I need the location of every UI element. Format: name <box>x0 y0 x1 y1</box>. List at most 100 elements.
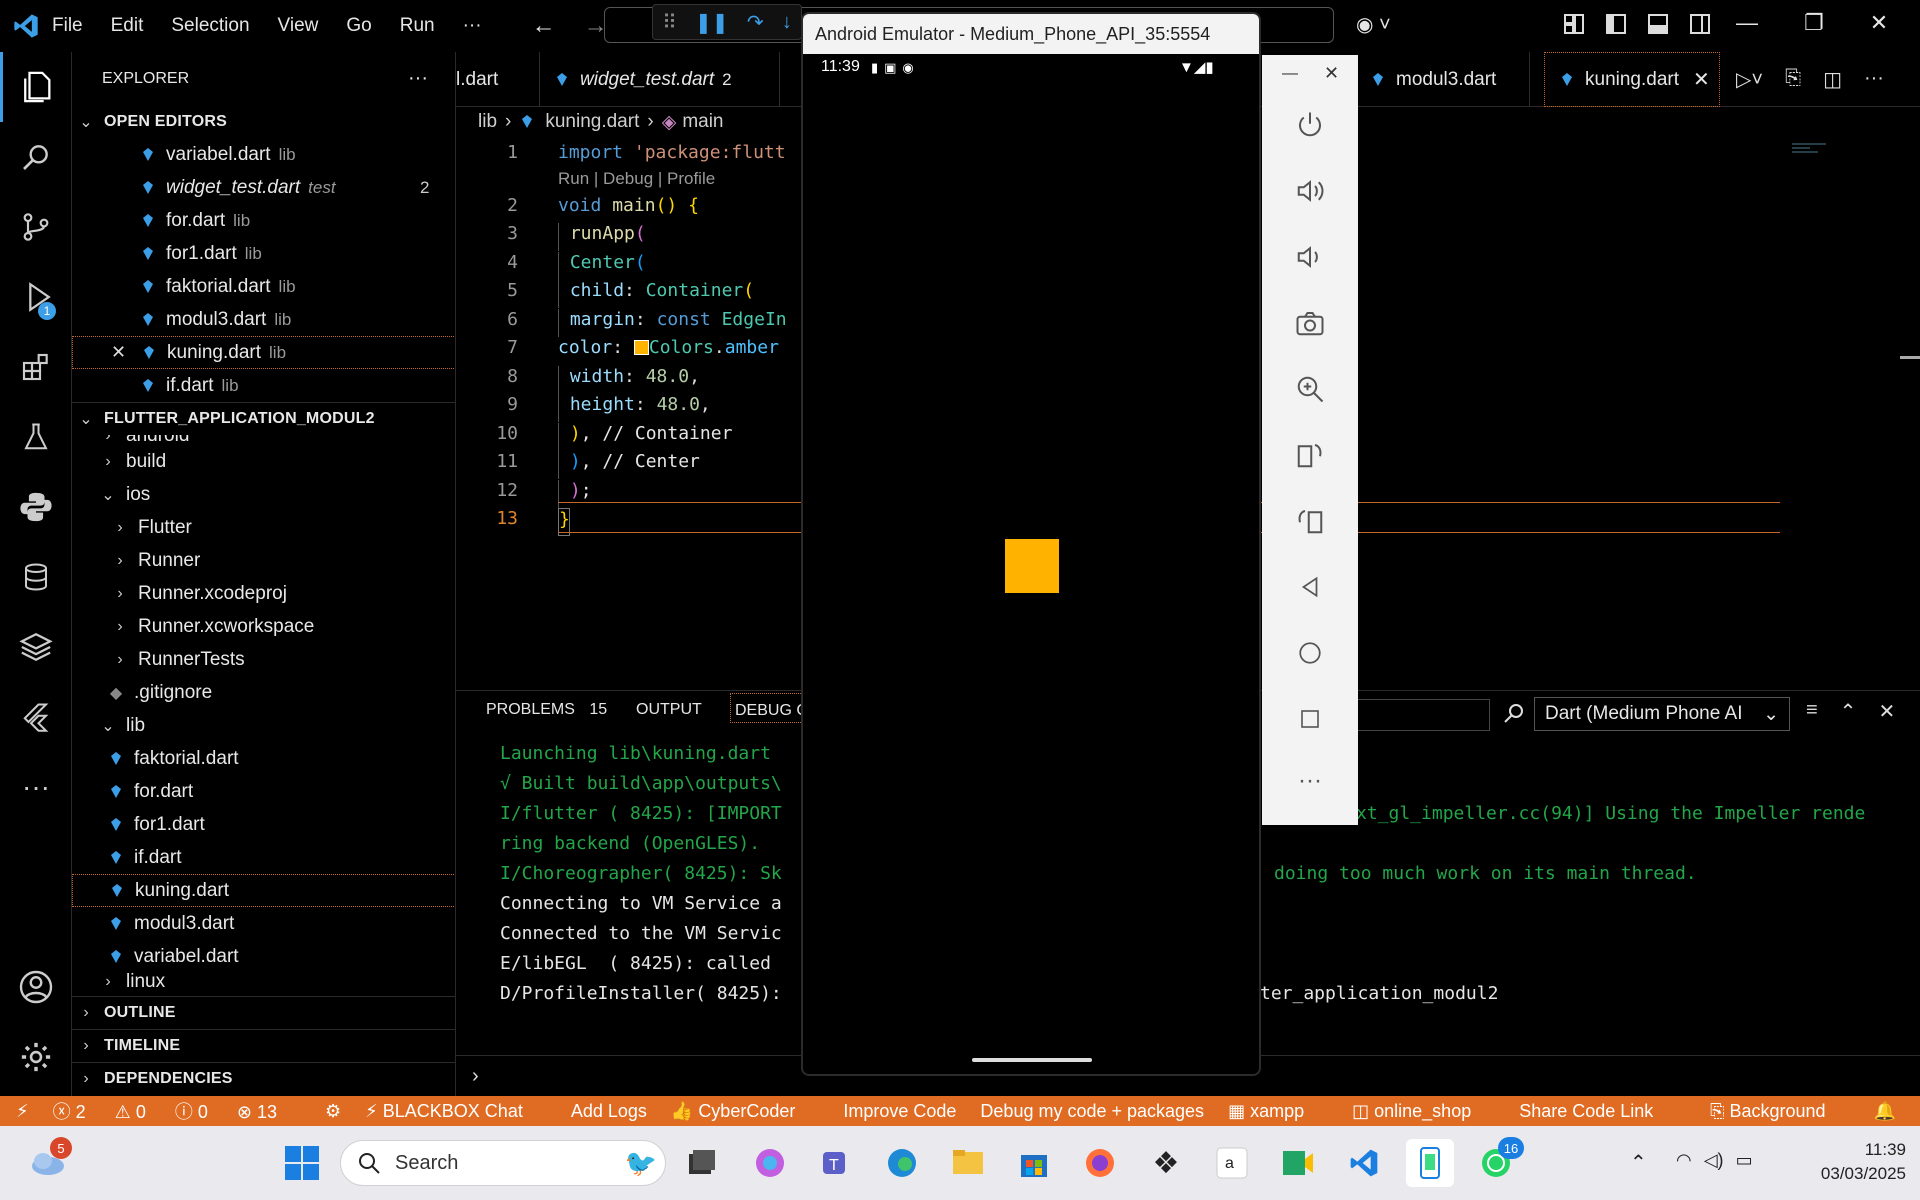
amazon-icon[interactable]: a <box>1208 1139 1256 1187</box>
console-input-chevron-icon[interactable]: › <box>472 1065 479 1088</box>
project-header[interactable]: ⌄ FLUTTER_APPLICATION_MODUL2 <box>72 402 455 435</box>
tree-folder[interactable]: › Runner <box>72 544 455 577</box>
emulator-taskbar-icon[interactable] <box>1406 1139 1454 1187</box>
run-debug-icon[interactable]: 1 <box>0 262 72 332</box>
open-editor-item-active[interactable]: ✕ kuning.dart lib <box>72 336 455 369</box>
status-blackbox[interactable]: ⚡ BLACKBOX Chat <box>365 1101 547 1122</box>
meet-icon[interactable] <box>1274 1139 1322 1187</box>
system-tray[interactable]: ◠ ◁) ▭ <box>1676 1150 1753 1171</box>
windows-start-icon[interactable] <box>278 1139 326 1187</box>
file-explorer-icon[interactable] <box>944 1139 992 1187</box>
vscode-taskbar-icon[interactable] <box>1340 1139 1388 1187</box>
filter-input[interactable] <box>1346 699 1490 731</box>
customize-layout-icon[interactable] <box>1564 14 1584 34</box>
tree-file[interactable]: faktorial.dart <box>72 742 455 775</box>
testing-flask-icon[interactable] <box>0 402 72 472</box>
zoom-in-icon[interactable] <box>1286 365 1334 413</box>
tree-folder[interactable]: › Runner.xcworkspace <box>72 610 455 643</box>
extensions-icon[interactable] <box>0 332 72 402</box>
drag-handle-icon[interactable]: ⠿ <box>662 10 677 35</box>
menu-run[interactable]: Run <box>400 15 435 37</box>
status-background[interactable]: ⎘ Background <box>1710 1101 1849 1122</box>
volume-up-icon[interactable] <box>1286 167 1334 215</box>
settings-gear-icon[interactable] <box>0 1022 72 1092</box>
search-icon[interactable] <box>1502 701 1526 730</box>
step-over-icon[interactable]: ↷ <box>747 10 764 35</box>
timeline-header[interactable]: › TIMELINE <box>72 1029 455 1062</box>
maximize-panel-icon[interactable]: ⌃ <box>1840 699 1857 724</box>
menu-go[interactable]: Go <box>346 15 371 37</box>
dropbox-icon[interactable]: ❖ <box>1142 1139 1190 1187</box>
emulator-title[interactable]: Android Emulator - Medium_Phone_API_35:5… <box>803 14 1259 54</box>
menu-view[interactable]: View <box>278 15 319 37</box>
teams-icon[interactable]: T <box>812 1139 860 1187</box>
firefox-icon[interactable] <box>1076 1139 1124 1187</box>
task-view-icon[interactable] <box>676 1139 724 1187</box>
emulator-minimize-icon[interactable]: — <box>1282 65 1298 83</box>
problems-status[interactable]: ⓧ 2 ⚠ 0 ⓘ 0 ⊗ 13 <box>53 1098 301 1124</box>
open-editor-item[interactable]: widget_test.dart test 2 <box>72 171 455 204</box>
tab-problems[interactable]: PROBLEMS 15 <box>486 701 607 719</box>
search-activity-icon[interactable] <box>0 122 72 192</box>
menu-file[interactable]: File <box>52 15 83 37</box>
scrollbar-marker[interactable] <box>1900 356 1920 359</box>
tree-folder[interactable]: ⌄ lib <box>72 709 455 742</box>
debug-status-icon[interactable]: ⚙ <box>325 1101 341 1122</box>
tree-file[interactable]: for.dart <box>72 775 455 808</box>
tree-file[interactable]: for1.dart <box>72 808 455 841</box>
restore-icon[interactable]: ❐ <box>1804 10 1824 36</box>
tree-folder[interactable]: › Flutter <box>72 511 455 544</box>
breadcrumb-symbol[interactable]: main <box>682 111 723 133</box>
split-editor-icon[interactable]: ◫ <box>1823 67 1842 92</box>
explorer-more-icon[interactable]: ··· <box>408 62 438 95</box>
menu-selection[interactable]: Selection <box>171 15 249 37</box>
tree-folder[interactable]: › RunnerTests <box>72 643 455 676</box>
tree-folder[interactable]: › build <box>72 445 455 478</box>
tab-output[interactable]: OUTPUT <box>636 701 702 719</box>
copilot-app-icon[interactable] <box>746 1139 794 1187</box>
toggle-sidebar-icon[interactable] <box>1606 14 1626 34</box>
pause-icon[interactable]: ❚❚ <box>695 10 729 35</box>
open-editor-item[interactable]: for.dart lib <box>72 204 455 237</box>
notifications-bell-icon[interactable]: 🔔 <box>1874 1101 1896 1122</box>
python-icon[interactable] <box>0 472 72 542</box>
taskbar-search-box[interactable]: Search 🐦 <box>340 1140 666 1186</box>
minimize-icon[interactable]: — <box>1736 10 1758 36</box>
tree-folder[interactable]: ⌄ ios <box>72 478 455 511</box>
copilot-icon[interactable]: ◉ ˅ <box>1356 12 1391 37</box>
close-panel-icon[interactable]: ✕ <box>1878 699 1895 724</box>
toggle-secondary-sidebar-icon[interactable] <box>1690 14 1710 34</box>
breadcrumb-file[interactable]: kuning.dart <box>545 111 639 133</box>
tree-folder[interactable]: › Runner.xcodeproj <box>72 577 455 610</box>
rotate-right-icon[interactable] <box>1286 497 1334 545</box>
debug-session-select[interactable]: Dart (Medium Phone AI ⌄ <box>1534 697 1790 731</box>
overview-square-icon[interactable] <box>1286 695 1334 743</box>
more-views-icon[interactable]: ··· <box>0 752 72 822</box>
home-circle-icon[interactable] <box>1286 629 1334 677</box>
open-changes-icon[interactable]: ⎘ <box>1785 67 1801 92</box>
microsoft-store-icon[interactable] <box>1010 1139 1058 1187</box>
open-editor-item[interactable]: if.dart lib <box>72 369 455 402</box>
status-share-link[interactable]: Share Code Link <box>1519 1101 1653 1122</box>
layers-icon[interactable] <box>0 612 72 682</box>
whatsapp-icon[interactable]: 16 <box>1472 1137 1524 1187</box>
dependencies-header[interactable]: › DEPENDENCIES <box>72 1062 455 1095</box>
tree-folder[interactable]: › linux <box>72 965 455 998</box>
source-control-icon[interactable] <box>0 192 72 262</box>
flutter-icon[interactable] <box>0 682 72 752</box>
remote-icon[interactable]: ⚡ <box>16 1101 29 1122</box>
toggle-panel-icon[interactable] <box>1648 14 1668 34</box>
menu-more[interactable]: ··· <box>463 15 482 37</box>
edge-browser-icon[interactable] <box>878 1139 926 1187</box>
close-tab-icon[interactable]: ✕ <box>1693 67 1710 92</box>
power-icon[interactable] <box>1286 101 1334 149</box>
status-debug-code[interactable]: Debug my code + packages <box>980 1101 1204 1122</box>
tab-widget-test[interactable]: widget_test.dart 2 <box>540 52 780 107</box>
clock[interactable]: 11:39 03/03/2025 <box>1786 1138 1906 1186</box>
tree-file[interactable]: ◆ .gitignore <box>72 676 455 709</box>
emulator-close-icon[interactable]: ✕ <box>1324 63 1339 84</box>
open-editor-item[interactable]: for1.dart lib <box>72 237 455 270</box>
open-editor-item[interactable]: faktorial.dart lib <box>72 270 455 303</box>
tab-dart[interactable]: l.dart <box>456 52 540 107</box>
show-hidden-icons-chevron[interactable]: ⌃ <box>1630 1150 1647 1175</box>
